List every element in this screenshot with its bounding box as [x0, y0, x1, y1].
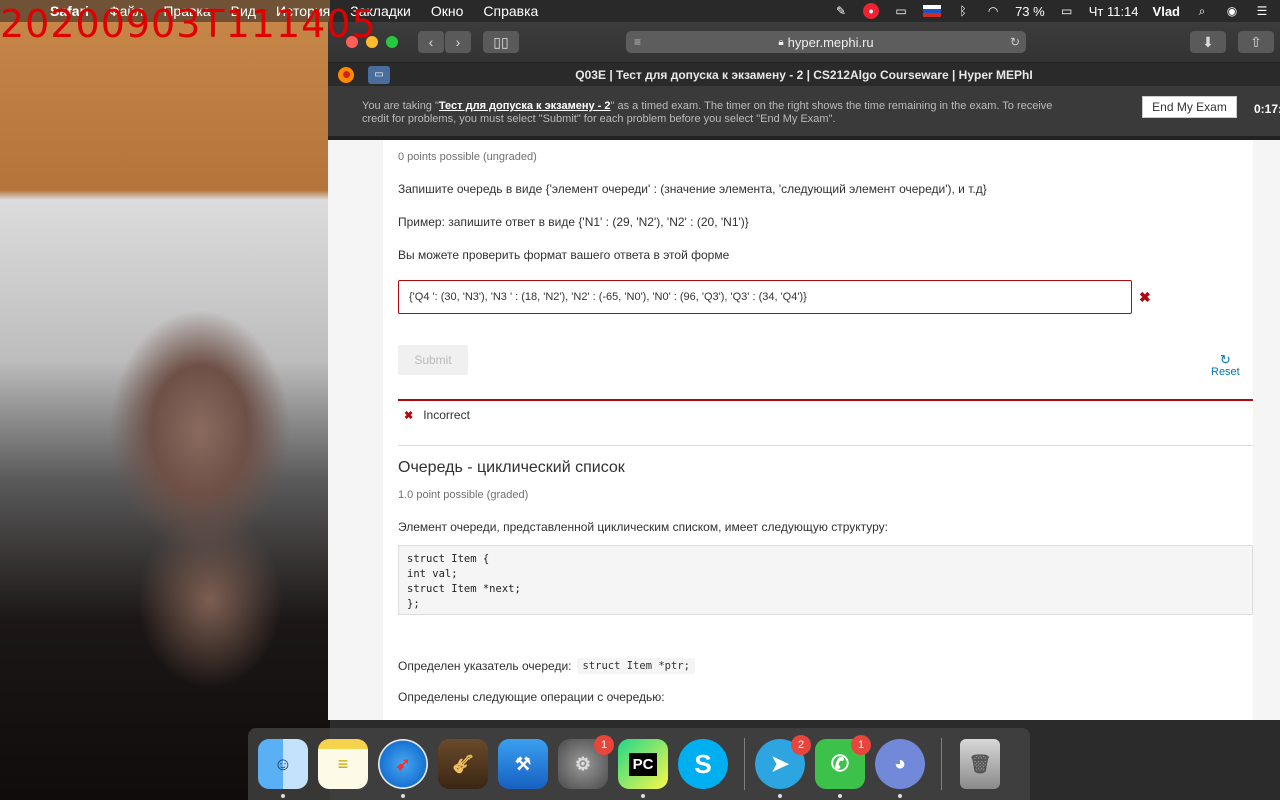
active-tab-title[interactable]: Q03E | Тест для допуска к экзамену - 2 |… — [328, 68, 1280, 82]
exam-banner-message: You are taking "Тест для допуска к экзам… — [362, 100, 1082, 126]
system-preferences-icon[interactable]: ⚙ 1 — [558, 735, 614, 789]
bluetooth-icon[interactable]: ᛒ — [955, 4, 971, 18]
reload-icon[interactable]: ↻ — [1010, 35, 1020, 49]
courseware-content: 0 points possible (ungraded) Запишите оч… — [383, 140, 1253, 720]
siri-icon[interactable]: ◉ — [1224, 4, 1240, 18]
notification-center-icon[interactable]: ☰ — [1254, 4, 1270, 18]
status-text: Incorrect — [423, 408, 470, 422]
reset-label: Reset — [1211, 366, 1240, 378]
problem1-hint: Вы можете проверить формат вашего ответа… — [398, 248, 730, 262]
pointer-text: Определен указатель очереди: — [398, 659, 572, 673]
share-icon[interactable]: ⇧ — [1238, 31, 1274, 53]
running-indicator — [838, 794, 842, 798]
facetime-badge: 1 — [851, 735, 871, 755]
safari-icon[interactable]: ➹ — [378, 739, 428, 798]
operations-text: Определены следующие операции с очередью… — [398, 690, 665, 704]
spotlight-search-icon[interactable]: ⌕ — [1194, 4, 1210, 18]
problem1-instruction: Запишите очередь в виде {'элемент очеред… — [398, 182, 987, 196]
running-indicator — [281, 794, 285, 798]
sidebar-toggle-icon[interactable]: ▯▯ — [483, 31, 519, 53]
tab-bar: ▭ Q03E | Тест для допуска к экзамену - 2… — [328, 62, 1280, 86]
telegram-badge: 2 — [791, 735, 811, 755]
browser-toolbar: ‹ › ▯▯ ≡ 🔒︎ hyper.mephi.ru ↻ ⬇ ⇧ — [328, 22, 1280, 62]
battery-icon[interactable]: ▭ — [1059, 4, 1075, 18]
notes-icon[interactable]: ≡ — [318, 739, 368, 789]
problem1-example: Пример: запишите ответ в виде {'N1' : (2… — [398, 215, 749, 229]
url-text: hyper.mephi.ru — [787, 34, 874, 50]
forward-button[interactable]: › — [445, 31, 471, 53]
skype-icon[interactable]: S — [678, 739, 728, 789]
garageband-icon[interactable]: 🎸︎ — [438, 739, 488, 789]
status-x-icon: ✖ — [404, 409, 414, 422]
browser-window: ‹ › ▯▯ ≡ 🔒︎ hyper.mephi.ru ↻ ⬇ ⇧ ▭ Q03E … — [328, 22, 1280, 720]
struct-code-block: struct Item { int val; struct Item *next… — [398, 545, 1253, 615]
problem2-title: Очередь - циклический список — [398, 459, 625, 476]
incorrect-status: ✖ Incorrect — [398, 399, 1253, 429]
xcode-icon[interactable]: ⚒ — [498, 739, 548, 789]
dock: ☺ ≡ ➹ 🎸︎ ⚒ ⚙ 1 PC S ➤ 2 ✆ 1 ◕ 🗑︎ — [248, 728, 1030, 800]
exam-timer: 0:17: — [1254, 102, 1280, 116]
lock-icon: 🔒︎ — [778, 36, 784, 48]
recording-timestamp: 20200903T111405 — [0, 2, 377, 46]
pycharm-icon[interactable]: PC — [618, 739, 668, 798]
dock-separator — [744, 738, 745, 790]
pen-tool-icon[interactable]: ✎ — [833, 4, 849, 18]
exam-banner-prefix: You are taking " — [362, 100, 439, 112]
back-button[interactable]: ‹ — [418, 31, 444, 53]
screen-share-icon[interactable]: ▭ — [893, 4, 909, 18]
problem1-points: 0 points possible (ungraded) — [398, 151, 537, 163]
reader-mode-icon[interactable]: ≡ — [634, 35, 641, 49]
address-bar[interactable]: ≡ 🔒︎ hyper.mephi.ru ↻ — [626, 31, 1026, 53]
running-indicator — [898, 794, 902, 798]
maximize-window-button[interactable] — [386, 36, 398, 48]
facetime-icon[interactable]: ✆ 1 — [815, 735, 871, 798]
notification-icon[interactable]: ● — [863, 3, 880, 19]
running-indicator — [778, 794, 782, 798]
problem-divider — [398, 445, 1253, 446]
wifi-icon[interactable]: ◠ — [985, 4, 1001, 18]
reset-icon: ↻ — [1219, 352, 1231, 367]
problem2-description: Элемент очереди, представленной цикличес… — [398, 520, 889, 534]
timed-exam-banner: You are taking "Тест для допуска к экзам… — [328, 86, 1280, 140]
input-source-ru-icon[interactable] — [923, 5, 942, 17]
menubar-user[interactable]: Vlad — [1153, 4, 1180, 19]
reset-button[interactable]: ↻ Reset — [1211, 352, 1240, 378]
problem2-points: 1.0 point possible (graded) — [398, 489, 529, 501]
downloads-icon[interactable]: ⬇ — [1190, 31, 1226, 53]
discord-icon[interactable]: ◕ — [875, 739, 925, 798]
trash-icon[interactable]: 🗑︎ — [960, 739, 1000, 789]
finder-icon[interactable]: ☺ — [258, 739, 308, 798]
system-preferences-badge: 1 — [594, 735, 614, 755]
pointer-definition: Определен указатель очереди: struct Item… — [398, 658, 695, 674]
submit-button[interactable]: Submit — [398, 345, 468, 375]
running-indicator — [401, 794, 405, 798]
menu-help[interactable]: Справка — [483, 3, 538, 19]
webcam-feed — [0, 0, 330, 800]
dock-separator — [941, 738, 942, 790]
battery-percent[interactable]: 73 % — [1015, 4, 1045, 19]
exam-name-link[interactable]: Тест для допуска к экзамену - 2 — [439, 100, 611, 112]
incorrect-x-icon: ✖ — [1139, 289, 1151, 305]
end-my-exam-button[interactable]: End My Exam — [1142, 96, 1237, 118]
menubar-clock[interactable]: Чт 11:14 — [1089, 4, 1139, 19]
telegram-icon[interactable]: ➤ 2 — [755, 735, 811, 798]
answer-input[interactable]: {'Q4 ': (30, 'N3'), 'N3 ' : (18, 'N2'), … — [398, 280, 1132, 314]
pointer-code: struct Item *ptr; — [577, 658, 695, 674]
running-indicator — [641, 794, 645, 798]
menu-window[interactable]: Окно — [431, 3, 464, 19]
